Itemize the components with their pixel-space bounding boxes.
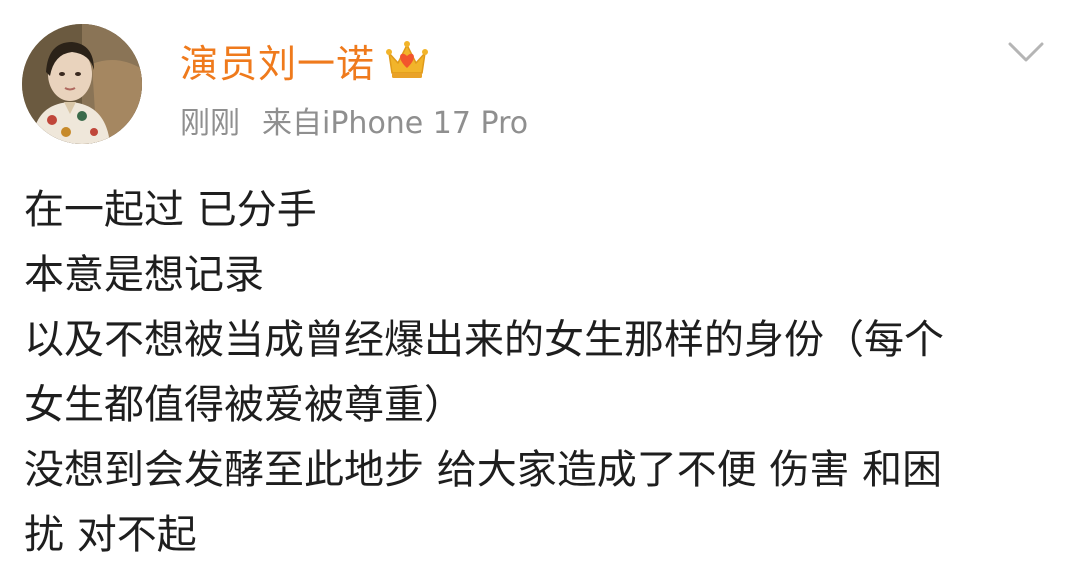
crown-icon [385, 39, 429, 81]
author-row: 演员刘一诺 [180, 34, 429, 86]
content-line: 女生都值得被爱被尊重） [24, 382, 464, 428]
content-line: 以及不想被当成曾经爆出来的女生那样的身份（每个 [24, 317, 944, 363]
username[interactable]: 演员刘一诺 [180, 33, 375, 88]
post-time: 刚刚 [180, 106, 240, 141]
content-line: 扰 对不起 [24, 512, 197, 558]
content-line: 本意是想记录 [24, 252, 264, 298]
content-line: 没想到会发酵至此地步 给大家造成了不便 伤害 和困 [24, 447, 943, 493]
post-source: 来自iPhone 17 Pro [262, 106, 529, 141]
content-line: 在一起过 已分手 [24, 187, 317, 233]
post-content: 在一起过 已分手 本意是想记录 以及不想被当成曾经爆出来的女生那样的身份（每个 … [24, 178, 1044, 568]
weibo-post: 演员刘一诺 刚刚 来自iPhone 17 Pro 在一起过 已分手 本意是想记录… [0, 0, 1065, 574]
post-meta: 刚刚 来自iPhone 17 Pro [180, 98, 528, 142]
chevron-down-icon[interactable] [1005, 34, 1047, 70]
avatar-photo-icon [22, 24, 142, 144]
avatar[interactable] [22, 24, 142, 144]
